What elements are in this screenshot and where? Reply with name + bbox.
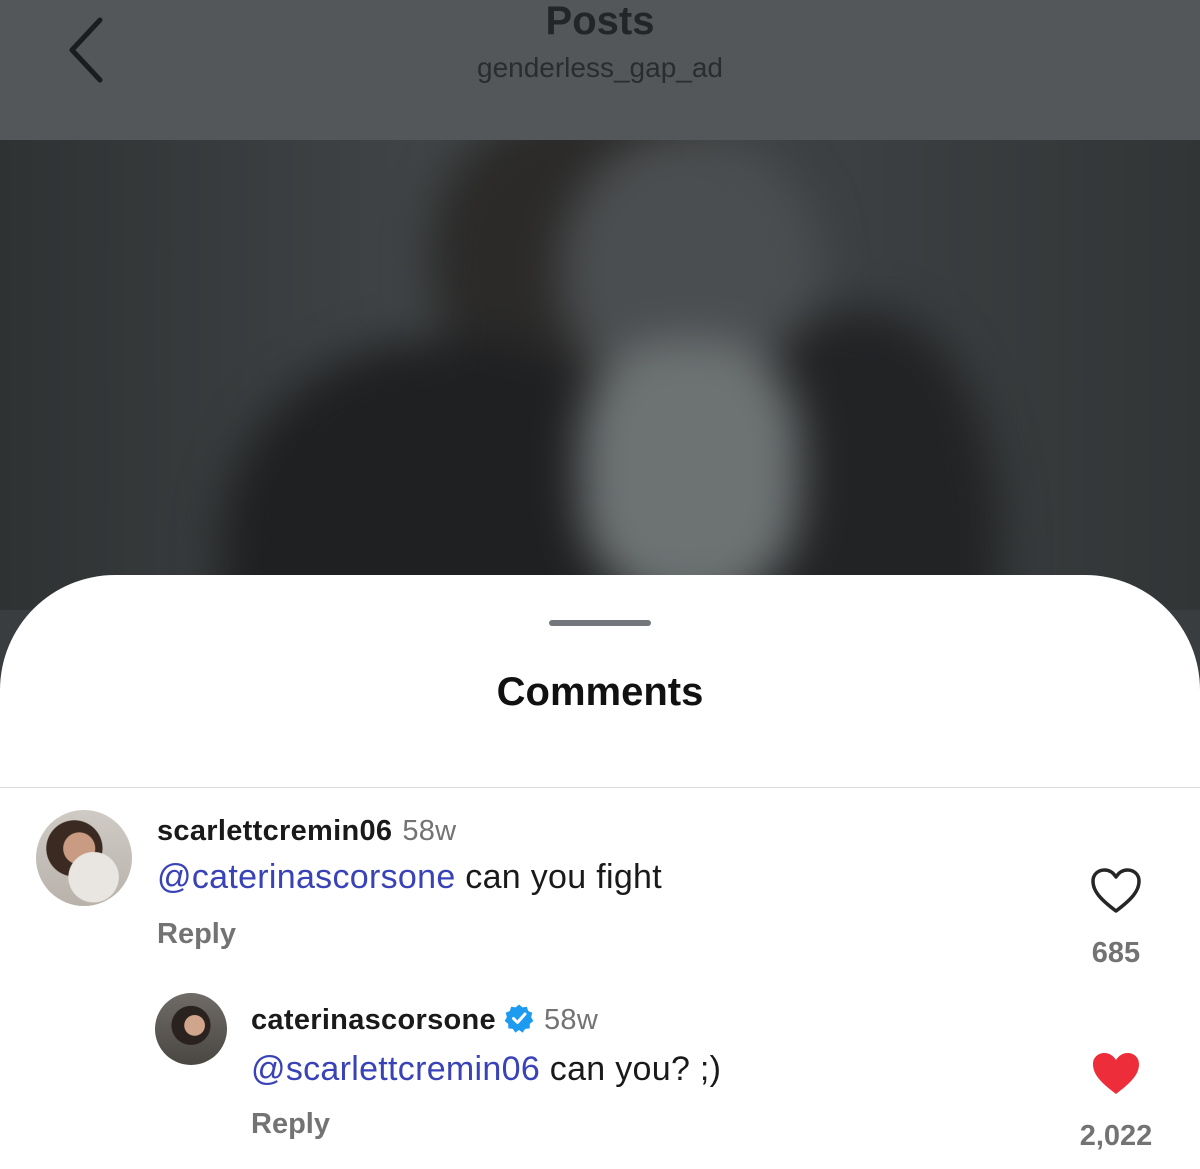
sheet-drag-handle[interactable] xyxy=(549,620,651,626)
mention-link[interactable]: @scarlettcremin06 xyxy=(251,1050,540,1088)
page-title: Posts xyxy=(545,0,655,43)
comment-time: 58w xyxy=(402,815,457,847)
divider xyxy=(0,787,1200,788)
comment-body: can you? ;) xyxy=(540,1050,722,1088)
like-count: 2,022 xyxy=(1079,1120,1153,1152)
avatar[interactable] xyxy=(155,993,227,1065)
mention-link[interactable]: @caterinascorsone xyxy=(157,858,456,896)
comment-author[interactable]: caterinascorsone 58w xyxy=(251,1003,598,1037)
avatar[interactable] xyxy=(36,810,132,906)
heart-filled-icon[interactable] xyxy=(1090,1050,1142,1098)
username[interactable]: caterinascorsone xyxy=(251,1004,496,1036)
verified-badge-icon xyxy=(504,1004,534,1033)
account-handle[interactable]: genderless_gap_ad xyxy=(0,50,1200,86)
comment-author[interactable]: scarlettcremin06 58w xyxy=(157,815,456,848)
comments-sheet: Comments scarlettcremin06 58w @caterinasc… xyxy=(0,575,1200,1169)
like-count: 685 xyxy=(1091,937,1141,969)
heart-icon[interactable] xyxy=(1090,867,1142,915)
comment-text: @caterinascorsone can you fight xyxy=(157,858,662,897)
comment-text: @scarlettcremin06 can you? ;) xyxy=(251,1050,721,1089)
reply-button[interactable]: Reply xyxy=(251,1108,330,1141)
comment-body: can you fight xyxy=(455,858,662,896)
video-frame xyxy=(0,140,1200,610)
top-header: Posts genderless_gap_ad xyxy=(0,0,1200,140)
username[interactable]: scarlettcremin06 xyxy=(157,815,392,847)
comments-title: Comments xyxy=(496,670,704,714)
post-video[interactable] xyxy=(0,140,1200,610)
reply-button[interactable]: Reply xyxy=(157,918,236,951)
comment-time: 58w xyxy=(543,1004,599,1036)
